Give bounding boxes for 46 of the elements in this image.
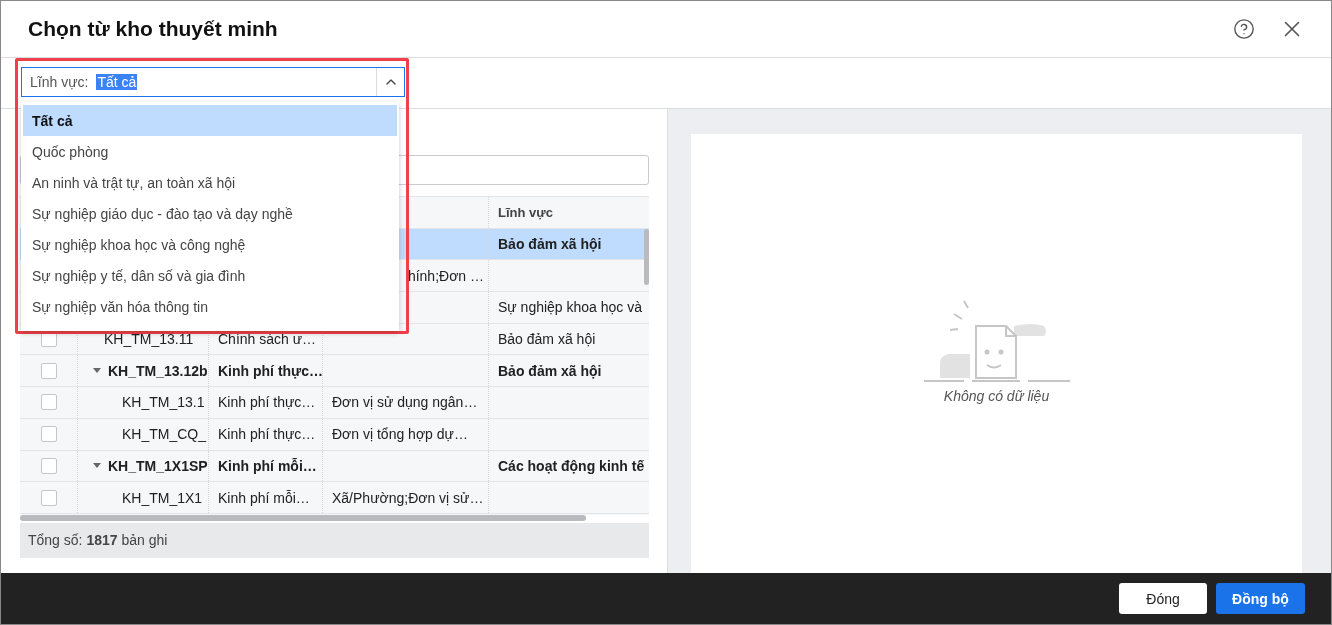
name-text: Kinh phí thực… xyxy=(218,394,316,411)
field-text: Các hoạt động kinh tế xyxy=(498,457,645,474)
field-text: Bảo đảm xã hội xyxy=(498,331,596,348)
code-text: KH_TM_1X1SP xyxy=(108,457,208,474)
scrollbar-thumb[interactable] xyxy=(644,229,649,285)
scrollbar-thumb[interactable] xyxy=(20,514,586,521)
record-total: Tổng số: 1817 bản ghi xyxy=(28,532,168,549)
collapse-caret-icon[interactable] xyxy=(93,368,101,374)
unit-text: hính;Đơn … xyxy=(407,267,484,284)
field-text: Bảo đảm xã hội xyxy=(498,362,602,379)
table-row[interactable]: KH_TM_1X1 Kinh phí mỗi… Xã/Phường;Đơn vị sử… xyxy=(20,482,649,514)
name-text: Kinh phí mỗi… xyxy=(218,457,317,474)
code-text: KH_TM_13.12b xyxy=(108,362,208,379)
dialog-title: Chọn từ kho thuyết minh xyxy=(28,17,279,41)
close-button[interactable]: Đóng xyxy=(1119,583,1207,614)
name-text: Kinh phí thực… xyxy=(218,426,316,443)
table-row[interactable]: KH_TM_13.1 Kinh phí thực… Đơn vị sử dụng ngân… xyxy=(20,387,649,419)
name-text: Kinh phí thực… xyxy=(218,362,323,379)
unit-text: Đơn vị sử dụng ngân… xyxy=(332,394,478,411)
filter-value: Tất cả xyxy=(96,74,138,90)
field-text: Sự nghiệp khoa học và xyxy=(498,299,643,316)
empty-message: Không có dữ liệu xyxy=(943,387,1050,404)
row-checkbox[interactable] xyxy=(40,394,57,411)
field-filter-select[interactable]: Lĩnh vực: Tất cả xyxy=(21,67,405,97)
unit-text: Đơn vị tổng hợp dự… xyxy=(332,426,468,443)
collapse-caret-icon[interactable] xyxy=(93,463,101,469)
code-text: KH_TM_13.11 xyxy=(104,331,194,348)
name-text: Chính sách ư… xyxy=(218,331,317,348)
table-row[interactable]: KH_TM_13.12b Kinh phí thực… Bảo đảm xã hội xyxy=(20,355,649,388)
table-row[interactable]: KH_TM_1X1SP Kinh phí mỗi… Các hoạt động kinh tế xyxy=(20,450,649,483)
row-checkbox[interactable] xyxy=(40,426,57,443)
field-text: Bảo đảm xã hội xyxy=(498,236,602,253)
help-icon[interactable] xyxy=(1233,18,1255,40)
row-checkbox[interactable] xyxy=(40,489,57,506)
row-checkbox[interactable] xyxy=(40,457,57,474)
dropdown-option[interactable]: Tất cả xyxy=(23,105,397,136)
row-checkbox[interactable] xyxy=(40,362,57,379)
code-text: KH_TM_13.1 xyxy=(122,394,205,411)
name-text: Kinh phí mỗi… xyxy=(218,489,310,506)
filter-label: Lĩnh vực: xyxy=(30,74,89,90)
code-text: KH_TM_1X1 xyxy=(122,489,203,506)
column-header: Lĩnh vực xyxy=(498,204,553,220)
unit-text: Xã/Phường;Đơn vị sử… xyxy=(332,489,484,506)
sync-button[interactable]: Đồng bộ xyxy=(1216,583,1305,614)
code-text: KH_TM_CQ_ xyxy=(122,426,207,443)
table-row[interactable]: KH_TM_CQ_ Kinh phí thực… Đơn vị tổng hợp dự… xyxy=(20,418,649,451)
